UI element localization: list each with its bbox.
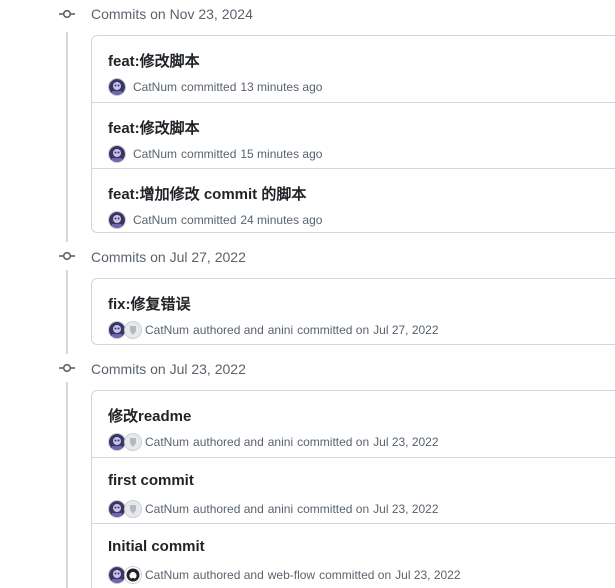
commit-meta: CatNum committed 24 minutes ago [108,211,322,229]
author-link[interactable]: CatNum [133,147,177,161]
commit-message-link[interactable]: 修改readme [108,405,191,426]
commit-row: Initial commit CatNum authored and web-f… [92,523,615,588]
commit-action: committed [181,80,237,94]
commit-meta: CatNum committed 13 minutes ago [108,78,322,96]
anini-avatar[interactable] [124,321,142,339]
github-octocat-avatar[interactable] [124,566,142,584]
authored-text: authored and [193,435,264,449]
commit-time: Jul 23, 2022 [373,502,439,516]
commit-meta: CatNum authored and anini committed on J… [108,321,439,339]
commit-time: 15 minutes ago [240,147,323,161]
commit-message-link[interactable]: feat:增加修改 commit 的脚本 [108,183,306,204]
catnum-avatar[interactable] [108,145,126,163]
commit-meta: CatNum authored and anini committed on J… [108,433,439,451]
timeline-line [66,32,68,242]
commit-time: 24 minutes ago [240,213,323,227]
commit-list: fix:修复错误 CatNum authored and anini commi… [91,278,615,345]
commit-action: committed on [297,323,370,337]
author-link[interactable]: CatNum [145,502,189,516]
git-commit-icon [59,363,75,373]
commit-time: Jul 23, 2022 [373,435,439,449]
commit-action: committed on [297,502,370,516]
git-commit-icon [59,9,75,19]
commit-row: fix:修复错误 CatNum authored and anini commi… [92,279,615,345]
commit-action: committed [181,147,237,161]
commit-action: committed [181,213,237,227]
git-commit-icon [59,251,75,261]
catnum-avatar[interactable] [108,211,126,229]
author-link[interactable]: CatNum [133,213,177,227]
committer-link[interactable]: anini [268,435,293,449]
authored-text: authored and [193,323,264,337]
timeline-line [66,270,68,354]
catnum-avatar[interactable] [108,78,126,96]
commit-row: 修改readme CatNum authored and anini commi… [92,391,615,457]
commit-meta: CatNum committed 15 minutes ago [108,145,322,163]
group-title: Commits on Nov 23, 2024 [91,6,253,22]
commit-row: feat:增加修改 commit 的脚本 CatNum committed 24… [92,168,615,233]
timeline-line [66,382,68,588]
committer-link[interactable]: web-flow [268,568,315,582]
commit-message-link[interactable]: Initial commit [108,538,205,555]
commit-meta: CatNum authored and web-flow committed o… [108,566,461,584]
commit-list: 修改readme CatNum authored and anini commi… [91,390,615,588]
commit-time: 13 minutes ago [240,80,323,94]
group-title: Commits on Jul 23, 2022 [91,361,246,377]
authored-text: authored and [193,568,264,582]
commit-action: committed on [297,435,370,449]
commit-message-link[interactable]: fix:修复错误 [108,293,191,314]
committer-link[interactable]: anini [268,323,293,337]
commit-meta: CatNum authored and anini committed on J… [108,500,439,518]
commit-message-link[interactable]: first commit [108,472,194,489]
author-link[interactable]: CatNum [133,80,177,94]
commit-action: committed on [319,568,392,582]
anini-avatar[interactable] [124,500,142,518]
commit-row: feat:修改脚本 CatNum committed 15 minutes ag… [92,102,615,168]
commit-row: first commit CatNum authored and anini c… [92,457,615,523]
authored-text: authored and [193,502,264,516]
group-title: Commits on Jul 27, 2022 [91,249,246,265]
commit-list: feat:修改脚本 CatNum committed 13 minutes ag… [91,35,615,233]
commit-row: feat:修改脚本 CatNum committed 13 minutes ag… [92,36,615,102]
commit-message-link[interactable]: feat:修改脚本 [108,50,200,71]
anini-avatar[interactable] [124,433,142,451]
author-link[interactable]: CatNum [145,435,189,449]
committer-link[interactable]: anini [268,502,293,516]
author-link[interactable]: CatNum [145,568,189,582]
commit-time: Jul 23, 2022 [395,568,461,582]
commit-message-link[interactable]: feat:修改脚本 [108,117,200,138]
commit-history: Commits on Nov 23, 2024 feat:修改脚本 CatNum… [0,0,615,588]
author-link[interactable]: CatNum [145,323,189,337]
commit-time: Jul 27, 2022 [373,323,439,337]
